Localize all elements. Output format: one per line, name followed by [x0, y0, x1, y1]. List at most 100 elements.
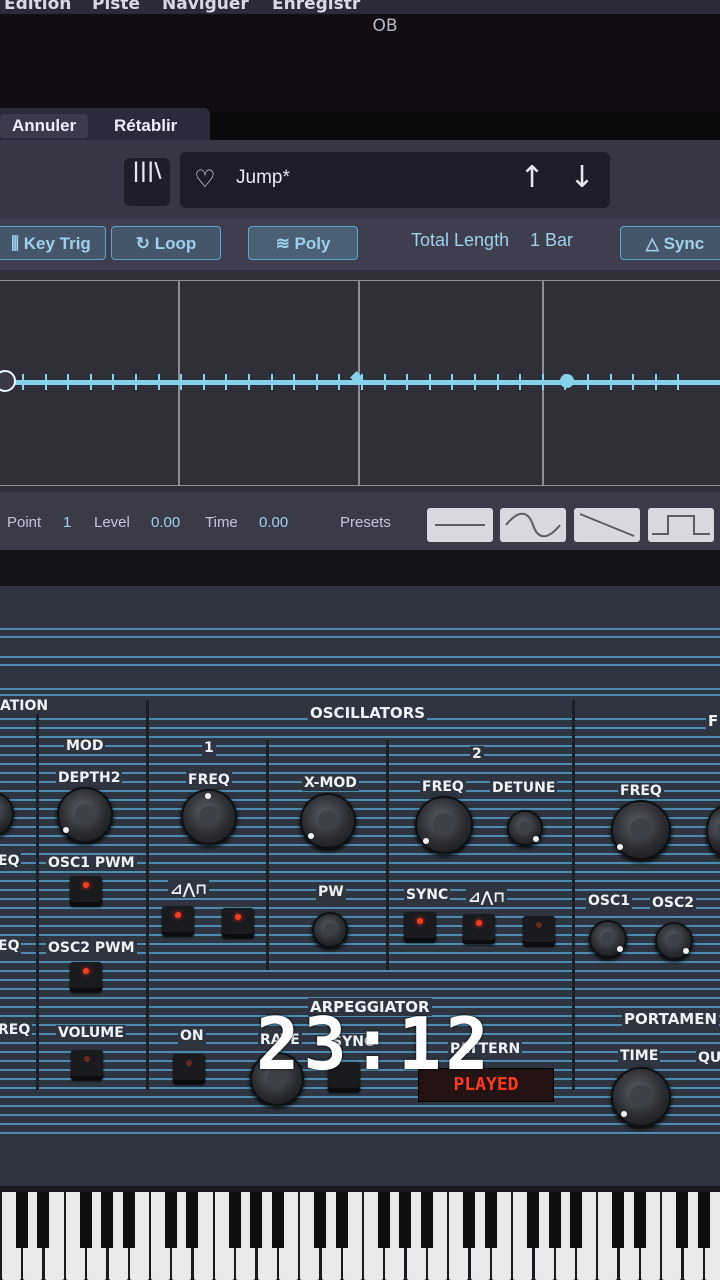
menu-edit[interactable]: Édition	[4, 0, 71, 14]
panel-stripe	[0, 871, 720, 873]
menu-track[interactable]: Piste	[92, 0, 140, 14]
envelope-tick	[519, 374, 522, 390]
black-key[interactable]	[612, 1192, 625, 1248]
volume-switch[interactable]	[71, 1050, 103, 1080]
osc1-mix-knob[interactable]	[589, 920, 627, 958]
sync-button[interactable]: △ Sync	[620, 226, 720, 260]
arp-on-switch[interactable]	[173, 1054, 205, 1084]
panel-stripe	[0, 979, 720, 981]
poly-button[interactable]: ≋ Poly	[248, 226, 358, 260]
black-key[interactable]	[250, 1192, 263, 1248]
black-key[interactable]	[697, 1192, 710, 1248]
sync-label: Sync	[663, 234, 705, 253]
preset-flat-button[interactable]	[427, 508, 493, 542]
black-key[interactable]	[676, 1192, 689, 1248]
poly-icon: ≋	[275, 234, 295, 253]
envelope-tick	[270, 374, 273, 390]
filter-freq-knob[interactable]	[611, 800, 671, 860]
time-value[interactable]: 0.00	[259, 514, 288, 531]
menu-bar: Édition Piste Naviguer Enregistr	[0, 0, 720, 14]
library-button[interactable]: |||\	[124, 158, 170, 206]
envelope-tick	[112, 374, 115, 390]
panel-stripe	[0, 1114, 720, 1116]
detune-knob[interactable]	[507, 810, 543, 846]
preset-selector[interactable]: ♡ Jump* ↑ ↓	[180, 152, 610, 208]
arrow-up-icon[interactable]: ↑	[512, 158, 552, 198]
black-key[interactable]	[271, 1192, 284, 1248]
osc2-saw-switch[interactable]	[463, 914, 495, 944]
black-key[interactable]	[101, 1192, 114, 1248]
osc1-square-switch[interactable]	[222, 908, 254, 938]
black-key[interactable]	[79, 1192, 92, 1248]
portamento-quick-label: QU	[696, 1050, 720, 1066]
menu-record[interactable]: Enregistr	[272, 0, 360, 14]
ramp-wave-icon	[579, 513, 635, 537]
panel-stripe	[0, 664, 720, 666]
preset-sine-button[interactable]	[500, 508, 566, 542]
envelope-tick	[135, 374, 137, 390]
panel-stripe	[0, 970, 720, 972]
envelope-point-2[interactable]	[560, 374, 574, 388]
envelope-tick	[89, 374, 92, 390]
section-oscillators-label: OSCILLATORS	[308, 704, 428, 722]
black-key[interactable]	[335, 1192, 348, 1248]
loop-button[interactable]: ↻ Loop	[111, 226, 221, 260]
black-key[interactable]	[463, 1192, 476, 1248]
envelope-tick	[632, 374, 635, 390]
heart-icon[interactable]: ♡	[190, 162, 220, 196]
black-key[interactable]	[569, 1192, 582, 1248]
black-key[interactable]	[165, 1192, 178, 1248]
key-trig-button[interactable]: ⫼ Key Trig	[0, 226, 106, 260]
preset-name: Jump*	[236, 167, 290, 188]
black-key[interactable]	[229, 1192, 241, 1248]
envelope-tick	[315, 374, 318, 390]
black-key[interactable]	[314, 1192, 327, 1248]
pw-knob[interactable]	[312, 912, 348, 948]
osc2-pwm-switch[interactable]	[70, 962, 102, 992]
level-value[interactable]: 0.00	[151, 514, 180, 531]
envelope-graph[interactable]	[0, 270, 720, 492]
menu-navigate[interactable]: Naviguer	[162, 0, 249, 14]
black-key[interactable]	[37, 1192, 50, 1248]
volume-label: VOLUME	[56, 1025, 126, 1041]
black-key[interactable]	[420, 1192, 433, 1248]
black-key[interactable]	[527, 1192, 540, 1248]
osc1-saw-switch[interactable]	[162, 906, 194, 936]
preset-square-button[interactable]	[648, 508, 714, 542]
point-value[interactable]: 1	[63, 514, 71, 531]
portamento-time-label: TIME	[618, 1048, 661, 1064]
envelope-tick	[451, 374, 454, 390]
black-key[interactable]	[16, 1192, 28, 1248]
envelope-tick	[293, 374, 296, 390]
black-key[interactable]	[122, 1192, 135, 1248]
envelope-line[interactable]	[0, 380, 720, 385]
total-length-value[interactable]: 1 Bar	[530, 230, 573, 251]
envelope-tick	[654, 374, 657, 390]
mode-toolbar	[0, 218, 720, 270]
level-label: Level	[94, 514, 130, 531]
xmod-knob[interactable]	[300, 793, 356, 849]
depth2-knob[interactable]	[57, 787, 113, 843]
section-modulation-label: ATION	[0, 698, 51, 714]
osc-sync-switch[interactable]	[404, 912, 436, 942]
preset-ramp-button[interactable]	[574, 508, 640, 542]
osc2-square-switch[interactable]	[523, 916, 555, 946]
black-key[interactable]	[484, 1192, 497, 1248]
arrow-down-icon[interactable]: ↓	[562, 158, 602, 198]
osc1-freq-knob[interactable]	[181, 789, 237, 845]
black-key[interactable]	[399, 1192, 412, 1248]
osc2-freq-knob[interactable]	[415, 796, 473, 854]
osc1-pwm-switch[interactable]	[70, 876, 102, 906]
black-key[interactable]	[378, 1192, 391, 1248]
panel-stripe	[0, 745, 720, 747]
osc2-mix-knob[interactable]	[655, 922, 693, 960]
black-key[interactable]	[186, 1192, 199, 1248]
black-key[interactable]	[633, 1192, 646, 1248]
osc1-mix-label: OSC1	[586, 893, 632, 909]
black-key[interactable]	[548, 1192, 561, 1248]
redo-button[interactable]: Rétablir	[102, 114, 189, 138]
portamento-time-knob[interactable]	[611, 1067, 671, 1127]
poly-label: Poly	[294, 234, 331, 253]
undo-button[interactable]: Annuler	[0, 114, 89, 138]
envelope-tick	[225, 374, 228, 390]
